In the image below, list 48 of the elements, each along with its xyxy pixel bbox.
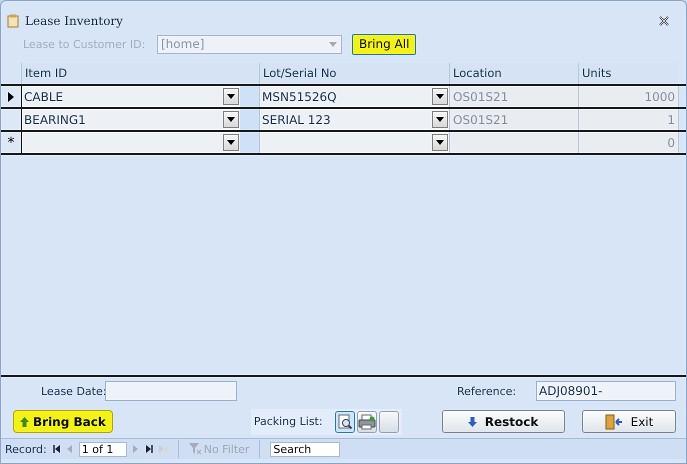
record-number-field[interactable]: 1 of 1 [78, 442, 127, 456]
table-cell: OS01S21 [450, 86, 579, 107]
dropdown-arrow-icon [436, 94, 444, 99]
magnifier-page-icon [336, 414, 353, 430]
bring-back-button[interactable]: Bring Back [13, 410, 113, 433]
dropdown-arrow-icon [436, 140, 444, 145]
dropdown-arrow-icon [227, 117, 235, 122]
print-preview-button[interactable] [334, 410, 355, 432]
dropdown-arrow-icon [227, 140, 235, 145]
item-id-combo[interactable]: CABLE [22, 86, 260, 107]
last-record-icon[interactable] [144, 445, 153, 453]
search-field[interactable]: Search [270, 442, 340, 456]
print-button[interactable] [356, 410, 377, 432]
item-id-combo[interactable]: BEARING1 [22, 109, 260, 130]
customer-label: Lease to Customer ID: [23, 38, 146, 50]
close-icon[interactable] [658, 16, 670, 26]
lease-date-label: Lease Date: [41, 384, 105, 398]
funnel-icon [188, 443, 201, 455]
form-icon [7, 14, 19, 28]
lot-serial-combo[interactable]: SERIAL 123 [260, 109, 450, 130]
down-arrow-icon [468, 416, 477, 426]
dropdown-arrow-icon [329, 42, 337, 46]
row-selector[interactable] [1, 109, 22, 130]
lot-serial-combo[interactable]: MSN51526Q [260, 86, 450, 107]
first-record-icon[interactable] [52, 445, 61, 453]
reference-field[interactable]: ADJ08901- [536, 381, 676, 401]
lease-date-field[interactable] [105, 381, 237, 401]
exit-button[interactable]: Exit [582, 410, 676, 433]
restock-button[interactable]: Restock [442, 410, 565, 433]
table-cell: OS01S21 [450, 109, 579, 130]
door-arrow-icon [604, 414, 623, 430]
table-cell: 1 [579, 109, 679, 130]
bring-all-button[interactable]: Bring All [352, 34, 416, 54]
lot-serial-combo[interactable] [260, 132, 450, 153]
row-selector[interactable] [1, 86, 22, 107]
table-cell: 0 [579, 132, 679, 153]
table-cell: 1000 [579, 86, 679, 107]
packing-list-label: Packing List: [254, 415, 323, 428]
reference-label: Reference: [457, 384, 518, 398]
printer-icon [358, 414, 376, 430]
up-arrow-icon [20, 416, 29, 426]
dropdown-arrow-icon [436, 117, 444, 122]
current-record-icon [8, 92, 14, 102]
window-title: Lease Inventory [25, 14, 124, 28]
record-label: Record: [5, 442, 47, 456]
row-selector[interactable]: * [1, 132, 22, 153]
dropdown-arrow-icon [227, 94, 235, 99]
new-record-mark: * [8, 136, 14, 150]
